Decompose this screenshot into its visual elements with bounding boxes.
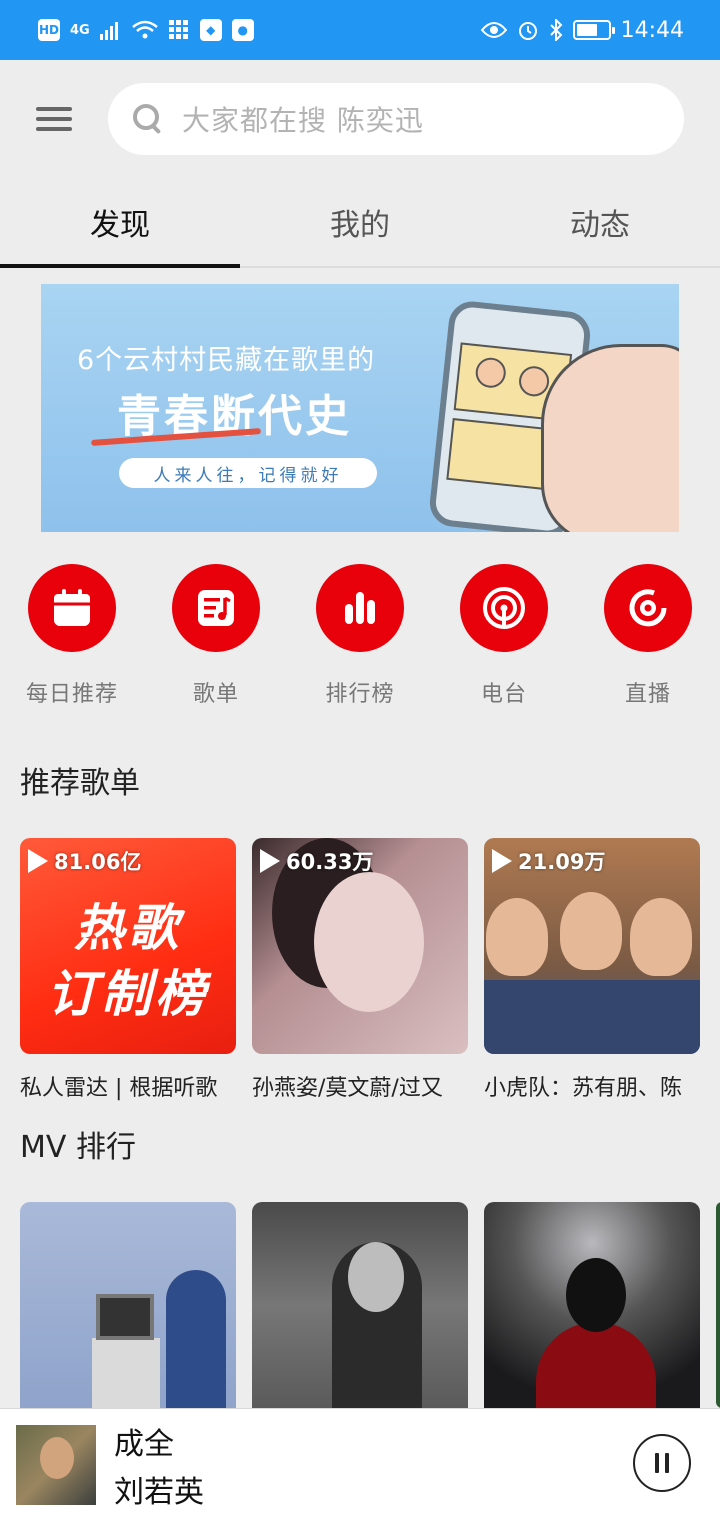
signal-icon bbox=[99, 20, 122, 40]
play-count: 60.33万 bbox=[260, 846, 373, 876]
banner-subtitle: 6个云村村民藏在歌里的 bbox=[77, 345, 376, 376]
play-icon bbox=[260, 849, 280, 873]
player-info: 成全 刘若英 bbox=[114, 1419, 204, 1511]
status-bar: HD 4G ◆ ● 14:44 bbox=[0, 0, 720, 60]
playlist-cover: 热歌 订制榜 81.06亿 bbox=[20, 838, 236, 1054]
play-icon bbox=[492, 849, 512, 873]
cover-text: 订制榜 bbox=[47, 965, 209, 1023]
entry-live[interactable]: 直播 bbox=[576, 562, 720, 712]
hamburger-icon bbox=[36, 107, 72, 131]
entry-label: 每日推荐 bbox=[25, 682, 118, 707]
pause-icon-bar bbox=[655, 1453, 659, 1473]
playlist-card[interactable]: 热歌 订制榜 81.06亿 私人雷达 | 根据听歌 bbox=[20, 838, 236, 1102]
mv-section-title: MV 排行 bbox=[20, 1130, 136, 1165]
playlist-cover: 21.09万 bbox=[484, 838, 700, 1054]
hd-badge: HD bbox=[38, 19, 60, 41]
pause-icon-bar bbox=[665, 1453, 669, 1473]
cover-text: 热歌 bbox=[74, 899, 182, 957]
chart-bars-icon bbox=[316, 564, 404, 652]
mv-card[interactable] bbox=[484, 1202, 700, 1408]
mv-card-peek[interactable] bbox=[716, 1202, 720, 1408]
playlist-card[interactable]: 21.09万 小虎队：苏有朋、陈 bbox=[484, 838, 700, 1102]
mini-player[interactable]: 成全 刘若英 bbox=[0, 1408, 720, 1520]
entry-label: 歌单 bbox=[192, 682, 239, 707]
search-input[interactable]: 大家都在搜 陈奕迅 bbox=[108, 83, 684, 155]
play-count-value: 21.09万 bbox=[518, 850, 606, 874]
play-count-value: 60.33万 bbox=[286, 850, 374, 874]
tab-mine[interactable]: 我的 bbox=[240, 178, 480, 266]
entry-label: 电台 bbox=[480, 682, 527, 707]
play-count: 81.06亿 bbox=[28, 846, 141, 876]
playlist-icon bbox=[172, 564, 260, 652]
play-count: 21.09万 bbox=[492, 846, 605, 876]
play-count-value: 81.06亿 bbox=[54, 850, 142, 874]
wifi-icon bbox=[131, 20, 158, 40]
mv-cover bbox=[252, 1202, 468, 1408]
alarm-icon bbox=[517, 19, 539, 41]
status-bar-right: 14:44 bbox=[480, 17, 684, 43]
banner-tagline: 人来人往，记得就好 bbox=[119, 458, 377, 488]
playlist-title: 孙燕姿/莫文蔚/过又 bbox=[252, 1076, 443, 1101]
live-icon bbox=[604, 564, 692, 652]
eye-icon bbox=[480, 21, 507, 39]
playlist-title: 小虎队：苏有朋、陈 bbox=[484, 1076, 683, 1101]
header: 大家都在搜 陈奕迅 bbox=[0, 60, 720, 178]
bulb-app-icon: ● bbox=[231, 19, 254, 41]
bluetooth-icon bbox=[549, 19, 563, 41]
quick-entries: 每日推荐 歌单 排行榜 电台 直播 bbox=[0, 562, 720, 712]
entry-charts[interactable]: 排行榜 bbox=[288, 562, 432, 712]
tab-discover[interactable]: 发现 bbox=[0, 178, 240, 268]
menu-button[interactable] bbox=[0, 60, 108, 178]
calendar-icon bbox=[28, 564, 116, 652]
playlist-title: 私人雷达 | 根据听歌 bbox=[20, 1076, 218, 1101]
tab-feed[interactable]: 动态 bbox=[480, 178, 720, 266]
main-tabs: 发现 我的 动态 bbox=[0, 178, 720, 268]
playlist-cover: 60.33万 bbox=[252, 838, 468, 1054]
search-placeholder: 大家都在搜 陈奕迅 bbox=[182, 104, 424, 137]
search-icon bbox=[130, 101, 166, 137]
entry-radio[interactable]: 电台 bbox=[432, 562, 576, 712]
network-type-label: 4G bbox=[70, 22, 90, 38]
entry-playlist[interactable]: 歌单 bbox=[144, 562, 288, 712]
entry-label: 直播 bbox=[624, 682, 671, 707]
mv-card[interactable] bbox=[252, 1202, 468, 1408]
album-art bbox=[16, 1424, 96, 1505]
mv-cover bbox=[484, 1202, 700, 1408]
shield-app-icon: ◆ bbox=[199, 19, 222, 41]
mv-list bbox=[20, 1202, 700, 1408]
grid-app-icon bbox=[168, 19, 190, 41]
mv-card[interactable] bbox=[20, 1202, 236, 1408]
radio-icon bbox=[460, 564, 548, 652]
clock: 14:44 bbox=[620, 17, 684, 43]
recommended-section-title: 推荐歌单 bbox=[20, 766, 140, 801]
banner-hand-illustration bbox=[541, 344, 679, 532]
battery-icon bbox=[572, 20, 615, 40]
entry-daily-recommend[interactable]: 每日推荐 bbox=[0, 562, 144, 712]
artist-name: 刘若英 bbox=[114, 1474, 204, 1510]
mv-cover bbox=[20, 1202, 236, 1408]
play-icon bbox=[28, 849, 48, 873]
banner-carousel[interactable]: 6个云村村民藏在歌里的 青春断代史 人来人往，记得就好 bbox=[41, 284, 679, 532]
playlist-card[interactable]: 60.33万 孙燕姿/莫文蔚/过又 bbox=[252, 838, 468, 1102]
entry-label: 排行榜 bbox=[325, 682, 395, 707]
pause-button[interactable] bbox=[633, 1434, 691, 1492]
recommended-playlists: 热歌 订制榜 81.06亿 私人雷达 | 根据听歌 60.33万 孙燕姿/莫文蔚… bbox=[20, 838, 700, 1102]
song-title: 成全 bbox=[114, 1426, 174, 1462]
status-bar-left: HD 4G ◆ ● bbox=[38, 19, 254, 41]
